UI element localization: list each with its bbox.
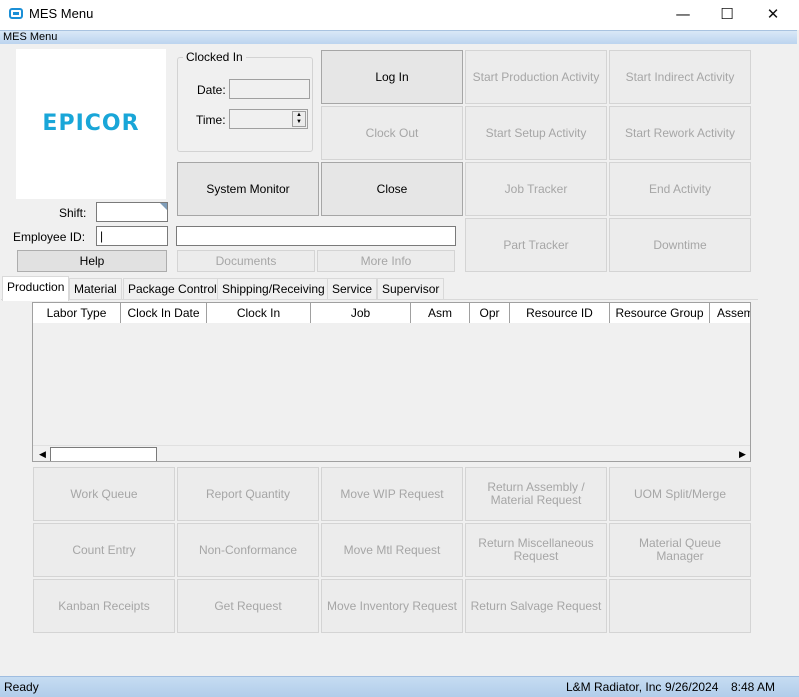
downtime-button[interactable]: Downtime (609, 218, 751, 272)
non-conformance-button[interactable]: Non-Conformance (177, 523, 319, 577)
time-field: ▲ ▼ (229, 109, 308, 129)
tab-package-control[interactable]: Package Control (123, 278, 222, 299)
return-miscellaneous-request-button[interactable]: Return Miscellaneous Request (465, 523, 607, 577)
log-in-button[interactable]: Log In (321, 50, 463, 104)
status-time: 8:48 AM (731, 680, 776, 694)
status-date: 9/26/2024 (665, 680, 719, 694)
maximize-button[interactable]: ☐ (704, 0, 750, 30)
status-bar: Ready L&M Radiator, Inc 9/26/2024 8:48 A… (0, 676, 799, 697)
clocked-in-title: Clocked In (183, 50, 246, 64)
column-header-resource-group[interactable]: Resource Group (610, 303, 710, 323)
tab-supervisor[interactable]: Supervisor (377, 278, 445, 299)
report-quantity-button[interactable]: Report Quantity (177, 467, 319, 521)
kanban-receipts-button[interactable]: Kanban Receipts (33, 579, 175, 633)
column-header-job[interactable]: Job (311, 303, 411, 323)
more-info-button[interactable]: More Info (317, 250, 455, 272)
logo-text: EPICOR (42, 111, 140, 136)
part-tracker-button[interactable]: Part Tracker (465, 218, 607, 272)
column-header-clock-in-date[interactable]: Clock In Date (121, 303, 207, 323)
move-mtl-request-button[interactable]: Move Mtl Request (321, 523, 463, 577)
count-entry-button[interactable]: Count Entry (33, 523, 175, 577)
title-bar: MES Menu — ☐ ✕ (0, 0, 799, 30)
job-tracker-button[interactable]: Job Tracker (465, 162, 607, 216)
column-header-opr[interactable]: Opr (470, 303, 510, 323)
column-header-assembly[interactable]: Assem (710, 303, 750, 323)
grid-header: Labor Type Clock In Date Clock In Job As… (33, 303, 750, 323)
tab-shipping-receiving[interactable]: Shipping/Receiving (217, 278, 330, 299)
date-field (229, 79, 310, 99)
start-production-activity-button[interactable]: Start Production Activity (465, 50, 607, 104)
uom-split-merge-button[interactable]: UOM Split/Merge (609, 467, 751, 521)
scroll-left-icon[interactable]: ◀ (36, 448, 49, 461)
minimize-button[interactable]: — (660, 0, 706, 30)
shift-field[interactable] (96, 202, 168, 222)
column-header-asm[interactable]: Asm (411, 303, 470, 323)
close-window-button[interactable]: ✕ (750, 0, 796, 30)
company-name: L&M Radiator, Inc (566, 680, 662, 694)
menu-item-mes-menu[interactable]: MES Menu (3, 31, 57, 44)
shift-label: Shift: (59, 206, 87, 220)
status-text: Ready (4, 680, 39, 694)
menu-bar: MES Menu (0, 30, 797, 44)
close-button[interactable]: Close (321, 162, 463, 216)
clock-out-button[interactable]: Clock Out (321, 106, 463, 160)
start-setup-activity-button[interactable]: Start Setup Activity (465, 106, 607, 160)
tab-service[interactable]: Service (327, 278, 378, 299)
date-label: Date: (197, 83, 226, 97)
employee-id-input[interactable]: | (96, 226, 168, 246)
column-header-clock-in[interactable]: Clock In (207, 303, 311, 323)
tab-material[interactable]: Material (69, 278, 122, 299)
labor-grid[interactable]: Labor Type Clock In Date Clock In Job As… (32, 302, 751, 462)
column-header-labor-type[interactable]: Labor Type (33, 303, 121, 323)
horizontal-scrollbar[interactable]: ◀ ▶ (33, 445, 750, 461)
app-icon (9, 8, 23, 19)
work-queue-button[interactable]: Work Queue (33, 467, 175, 521)
time-label: Time: (196, 113, 226, 127)
start-indirect-activity-button[interactable]: Start Indirect Activity (609, 50, 751, 104)
material-queue-manager-button[interactable]: Material Queue Manager (609, 523, 751, 577)
company-logo: EPICOR (16, 49, 166, 199)
get-request-button[interactable]: Get Request (177, 579, 319, 633)
employee-id-label: Employee ID: (13, 230, 86, 244)
end-activity-button[interactable]: End Activity (609, 162, 751, 216)
dropdown-corner-icon (160, 203, 167, 210)
return-assembly-material-request-button[interactable]: Return Assembly / Material Request (465, 467, 607, 521)
employee-name-field (176, 226, 456, 246)
system-monitor-button[interactable]: System Monitor (177, 162, 319, 216)
scroll-thumb[interactable] (50, 447, 157, 461)
documents-button[interactable]: Documents (177, 250, 315, 272)
empty-slot-button (609, 579, 751, 633)
spinner-icon: ▲ ▼ (292, 111, 306, 127)
clocked-in-group (177, 57, 313, 152)
help-button[interactable]: Help (17, 250, 167, 272)
return-salvage-request-button[interactable]: Return Salvage Request (465, 579, 607, 633)
tab-production[interactable]: Production (2, 276, 70, 301)
move-wip-request-button[interactable]: Move WIP Request (321, 467, 463, 521)
column-header-resource-id[interactable]: Resource ID (510, 303, 610, 323)
scroll-right-icon[interactable]: ▶ (736, 448, 749, 461)
window-title: MES Menu (29, 6, 94, 21)
start-rework-activity-button[interactable]: Start Rework Activity (609, 106, 751, 160)
move-inventory-request-button[interactable]: Move Inventory Request (321, 579, 463, 633)
